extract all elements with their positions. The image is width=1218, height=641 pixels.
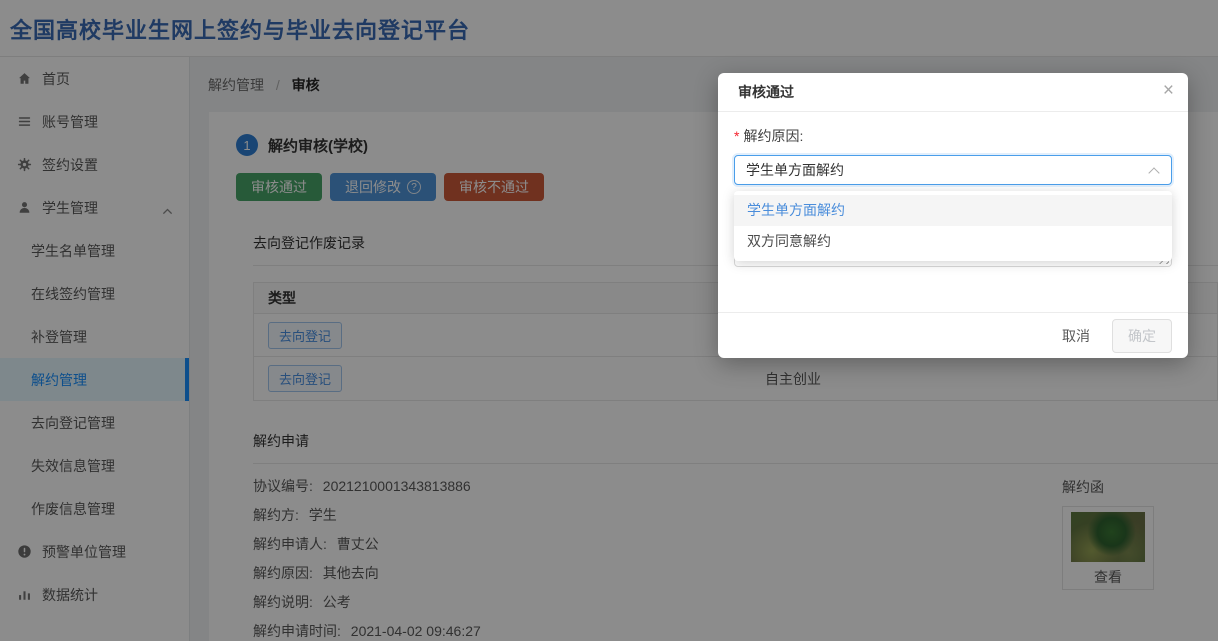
dropdown-option-student-unilateral[interactable]: 学生单方面解约 xyxy=(734,195,1172,226)
reason-dropdown: 学生单方面解约 双方同意解约 xyxy=(734,191,1172,261)
required-asterisk: * xyxy=(734,128,739,144)
confirm-button[interactable]: 确定 xyxy=(1112,319,1172,353)
dropdown-option-mutual-consent[interactable]: 双方同意解约 xyxy=(734,226,1172,257)
cancel-button[interactable]: 取消 xyxy=(1050,320,1102,352)
close-icon[interactable]: × xyxy=(1163,81,1174,100)
app-window: 全国高校毕业生网上签约与毕业去向登记平台 首页 账号管理 签约设置 xyxy=(0,0,1218,641)
reason-field-label: *解约原因: xyxy=(734,126,1172,146)
approve-dialog: 审核通过 × *解约原因: 学生单方面解约 学生单方面解约 双方同意解约 取消 … xyxy=(718,73,1188,358)
dialog-title: 审核通过 xyxy=(738,82,794,102)
dialog-header: 审核通过 xyxy=(718,73,1188,112)
chevron-up-icon xyxy=(1148,167,1159,178)
reason-select-value: 学生单方面解约 xyxy=(746,160,844,180)
reason-select[interactable]: 学生单方面解约 xyxy=(734,155,1172,185)
reason-label-text: 解约原因: xyxy=(743,128,803,144)
dialog-footer: 取消 确定 xyxy=(718,312,1188,358)
